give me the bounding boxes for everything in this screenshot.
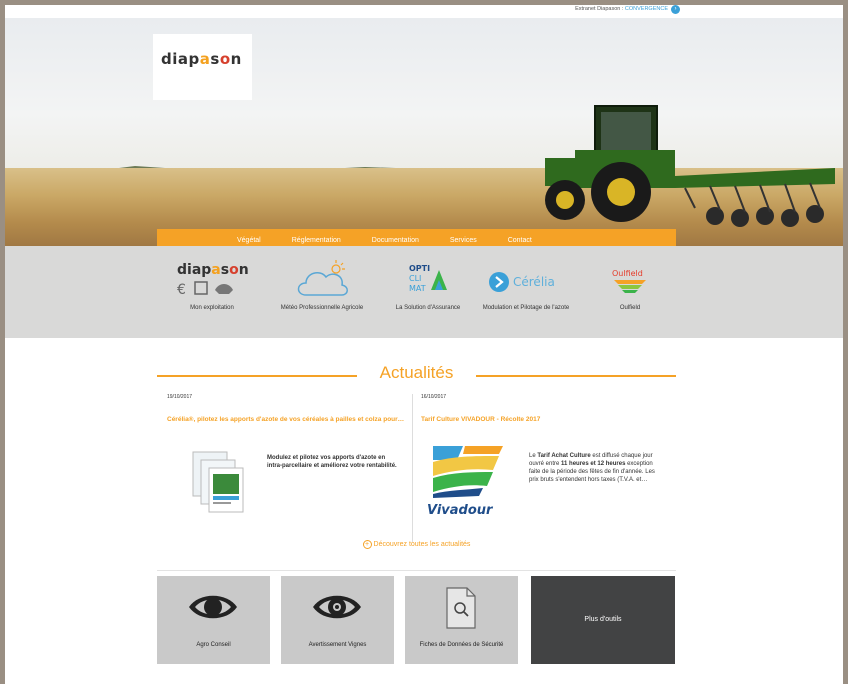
news-body: Modulez et pilotez vos apports d'azote e… [267, 455, 397, 469]
extranet-bar: Extranet Diapason : CONVERGENCE › [5, 5, 843, 18]
extranet-link[interactable]: Extranet Diapason : CONVERGENCE [575, 6, 668, 12]
svg-text:MAT: MAT [409, 284, 426, 293]
tool-label: La Solution d'Assurance [395, 305, 461, 311]
svg-text:CLI: CLI [409, 274, 421, 283]
extranet-label: Extranet Diapason : [575, 6, 625, 12]
discover-all-news-link[interactable]: + Découvrez toutes les actualités [157, 540, 676, 549]
svg-text:Vivadour: Vivadour [427, 503, 494, 518]
tile-agro-conseil[interactable]: Agro Conseil [157, 576, 270, 664]
tools-band: diapason € Mon exploitation Météo Profes… [5, 246, 843, 338]
tile-avertissement-vignes[interactable]: Avertissement Vignes [281, 576, 394, 664]
eye-icon [313, 595, 361, 619]
svg-text:Oulfield: Oulfield [612, 269, 643, 278]
tool-label: Modulation et Pilotage de l'azote [482, 305, 570, 311]
opticlimat-logo: OPTI CLI MAT [373, 260, 483, 300]
news-date: 16/10/2017 [421, 394, 447, 400]
news-headline[interactable]: Cérélia®, pilotez les apports d'azote de… [167, 416, 417, 424]
document-search-icon [446, 587, 476, 629]
news-headline[interactable]: Tarif Culture VIVADOUR - Récolte 2017 [421, 416, 671, 424]
tool-label: Météo Professionnelle Agricole [280, 305, 364, 311]
tool-mon-exploitation[interactable]: diapason € Mon exploitation [157, 260, 267, 312]
logo-text: diapason [161, 50, 242, 68]
tool-meteo[interactable]: Météo Professionnelle Agricole [267, 260, 377, 312]
news-header: Actualités [157, 363, 676, 387]
divider [157, 570, 676, 571]
site-logo[interactable]: diapason [153, 34, 252, 100]
cerelia-brochure-image [192, 451, 244, 513]
tile-label: Plus d'outils [584, 616, 622, 623]
vivadour-logo: Vivadour [427, 446, 503, 518]
body-bold: Tarif Achat Culture [537, 453, 591, 459]
plus-circle-icon: + [362, 540, 372, 549]
extranet-convergence[interactable]: CONVERGENCE [625, 6, 668, 12]
nav-item-reglementation[interactable]: Réglementation [292, 237, 341, 244]
tool-label: Mon exploitation [190, 305, 234, 311]
discover-label: Découvrez toutes les actualités [373, 541, 471, 548]
svg-text:diapason: diapason [177, 262, 249, 278]
nav-item-documentation[interactable]: Documentation [372, 237, 419, 244]
tool-oulfield[interactable]: Oulfield Oulfield [575, 260, 685, 312]
svg-text:OPTI: OPTI [409, 264, 430, 273]
tool-assurance[interactable]: OPTI CLI MAT La Solution d'Assurance [373, 260, 483, 312]
oulfield-logo: Oulfield [575, 260, 685, 300]
nav-item-services[interactable]: Services [450, 237, 477, 244]
news-date: 19/10/2017 [167, 394, 193, 400]
tile-label: Agro Conseil [196, 642, 231, 648]
hero-banner: diapason [5, 18, 843, 246]
news-body: Le Tarif Achat Culture est diffusé chaqu… [529, 452, 657, 484]
diapason-exploitation-icon: diapason € [157, 260, 267, 300]
tile-plus-outils[interactable]: Plus d'outils [531, 576, 675, 664]
divider [412, 394, 413, 542]
cerelia-logo: Cérélia [471, 260, 581, 300]
svg-text:Cérélia: Cérélia [513, 275, 555, 289]
nav-item-contact[interactable]: Contact [508, 237, 532, 244]
tile-label: Avertissement Vignes [308, 642, 367, 648]
tile-fiches-securite[interactable]: Fiches de Données de Sécurité [405, 576, 518, 664]
eye-icon [189, 595, 237, 619]
news-item: 16/10/2017 Tarif Culture VIVADOUR - Réco… [421, 394, 671, 544]
news-title: Actualités [379, 363, 454, 382]
tile-label: Fiches de Données de Sécurité [419, 642, 504, 648]
svg-text:€: € [177, 282, 186, 298]
tool-modulation-azote[interactable]: Cérélia Modulation et Pilotage de l'azot… [471, 260, 581, 312]
news-item: 19/10/2017 Cérélia®, pilotez les apports… [167, 394, 417, 544]
arrow-circle-icon[interactable]: › [671, 5, 680, 14]
cloud-sun-icon [267, 260, 377, 300]
page: diapason Végétal Réglementation Document… [5, 18, 843, 684]
nav-item-vegetal[interactable]: Végétal [237, 237, 261, 244]
body-bold: 11 heures et 12 heures [561, 461, 626, 467]
tractor-image [545, 105, 835, 227]
tool-label: Oulfield [619, 305, 641, 311]
